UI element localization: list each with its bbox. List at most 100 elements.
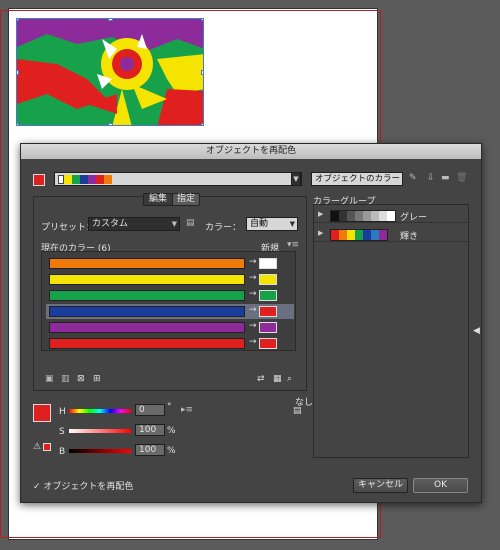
color-group-row[interactable]: ▶ 輝き <box>314 226 468 242</box>
color-group-dropdown-arrow[interactable]: ▼ <box>291 172 301 186</box>
cancel-button[interactable]: キャンセル <box>353 478 408 493</box>
current-color-bar[interactable] <box>49 290 245 301</box>
strip-swatch <box>88 175 96 184</box>
ok-button[interactable]: OK <box>413 478 468 493</box>
b-slider[interactable] <box>69 449 131 453</box>
assign-arrow-icon[interactable]: → <box>249 273 257 283</box>
color-row[interactable]: → <box>46 256 294 271</box>
expand-arrow-icon[interactable]: ▶ <box>318 229 323 237</box>
group-swatch <box>355 211 363 221</box>
group-swatch <box>379 230 387 240</box>
sunflower-image <box>17 19 203 125</box>
group-swatches <box>330 210 396 222</box>
group-swatch <box>331 211 339 221</box>
new-color-swatch[interactable] <box>259 338 277 349</box>
new-color-swatch[interactable] <box>259 322 277 333</box>
colors-value: 自動 <box>250 219 269 229</box>
color-row[interactable]: → <box>46 288 294 303</box>
recolor-art-label: オブジェクトを再配色 <box>43 482 134 492</box>
group-name: 輝き <box>400 232 419 242</box>
new-color-swatch[interactable] <box>259 274 277 285</box>
merge-colors-icon[interactable]: ▣ <box>45 374 54 384</box>
group-swatch <box>371 211 379 221</box>
eyedropper-icon[interactable]: ✎ <box>409 173 417 183</box>
collapse-panel-arrow-icon[interactable]: ◀ <box>473 326 480 336</box>
color-row[interactable]: → <box>46 272 294 287</box>
h-value: 0 <box>139 405 145 415</box>
color-group-name-field[interactable]: オブジェクトのカラー <box>311 172 403 186</box>
s-value: 100 <box>139 425 157 435</box>
out-of-gamut-warning-icon[interactable]: ⚠ <box>33 442 41 452</box>
group-swatch <box>371 230 379 240</box>
find-color-icon[interactable]: ⌕ <box>287 374 292 384</box>
new-folder-icon[interactable]: ▬ <box>441 173 450 183</box>
preset-value: カスタム <box>92 219 129 229</box>
group-swatch <box>339 230 347 240</box>
current-color-bar[interactable] <box>49 338 245 349</box>
new-color-swatch[interactable] <box>259 258 277 269</box>
color-row[interactable]: → <box>46 304 294 319</box>
assign-arrow-icon[interactable]: → <box>249 321 257 331</box>
save-group-icon[interactable]: ⇩ <box>427 173 435 183</box>
new-column-menu-icon[interactable]: ▾≡ <box>287 240 299 250</box>
new-color-swatch[interactable] <box>259 306 277 317</box>
assign-arrow-icon[interactable]: → <box>249 289 257 299</box>
sunflower-artwork[interactable] <box>16 18 204 126</box>
assign-arrow-icon[interactable]: → <box>249 337 257 347</box>
harmony-rules-icon[interactable]: ▤ <box>186 218 195 228</box>
group-swatch <box>347 230 355 240</box>
color-row[interactable]: → <box>46 336 294 351</box>
group-name: グレー <box>400 213 428 223</box>
color-group-row[interactable]: ▶ グレー <box>314 207 468 223</box>
color-groups-panel: ▶ グレー ▶ 輝き <box>313 204 469 458</box>
tab-assign[interactable]: 指定 <box>172 193 200 206</box>
current-color-bar[interactable] <box>49 258 245 269</box>
color-rows-list: → → → → → → <box>41 251 296 351</box>
active-color-large-swatch[interactable] <box>33 404 51 422</box>
group-swatch <box>363 230 371 240</box>
group-swatches <box>330 229 388 241</box>
preset-dropdown[interactable]: カスタム ▼ <box>88 217 180 231</box>
group-swatch <box>339 211 347 221</box>
group-swatch <box>331 230 339 240</box>
assign-arrow-icon[interactable]: → <box>249 257 257 267</box>
assign-arrow-icon[interactable]: → <box>249 305 257 315</box>
active-color-swatch[interactable] <box>33 174 45 186</box>
dialog-title: オブジェクトを再配色 <box>21 144 481 159</box>
group-swatch <box>347 211 355 221</box>
h-slider[interactable] <box>69 409 131 413</box>
current-color-bar[interactable] <box>49 306 245 317</box>
h-unit: ° <box>167 402 172 412</box>
tab-edit[interactable]: 編集 <box>143 193 173 206</box>
colors-label: カラー： <box>205 223 242 233</box>
exclude-colors-icon[interactable]: ⊠ <box>77 374 85 384</box>
checkmark-icon: ✓ <box>33 482 41 492</box>
strip-swatch <box>80 175 88 184</box>
b-value-field[interactable]: 100 <box>135 444 165 456</box>
group-swatch <box>355 230 363 240</box>
new-color-swatch[interactable] <box>259 290 277 301</box>
expand-arrow-icon[interactable]: ▶ <box>318 210 323 218</box>
h-value-field[interactable]: 0 <box>135 404 165 416</box>
color-mode-icon[interactable]: ▤ <box>293 406 302 416</box>
new-row-icon[interactable]: ⊞ <box>93 374 101 384</box>
h-label: H <box>59 407 66 417</box>
randomize-order-icon[interactable]: ⇄ <box>257 374 265 384</box>
color-group-strip[interactable] <box>54 172 302 186</box>
color-row[interactable]: → <box>46 320 294 335</box>
separate-colors-icon[interactable]: ▥ <box>61 374 70 384</box>
strip-swatch <box>64 175 72 184</box>
current-color-bar[interactable] <box>49 322 245 333</box>
s-slider[interactable] <box>69 429 131 433</box>
delete-icon[interactable]: 🗑 <box>456 173 467 183</box>
current-color-bar[interactable] <box>49 274 245 285</box>
gamut-color-swatch[interactable] <box>43 443 51 451</box>
s-value-field[interactable]: 100 <box>135 424 165 436</box>
colors-dropdown[interactable]: 自動 ▼ <box>246 217 298 231</box>
recolor-art-checkbox[interactable]: ✓ オブジェクトを再配色 <box>33 479 133 492</box>
b-value: 100 <box>139 445 157 455</box>
slider-menu-icon[interactable]: ▸≡ <box>181 405 193 415</box>
randomize-saturation-icon[interactable]: ▦ <box>273 374 282 384</box>
b-unit: % <box>167 446 176 456</box>
s-label: S <box>59 427 65 437</box>
